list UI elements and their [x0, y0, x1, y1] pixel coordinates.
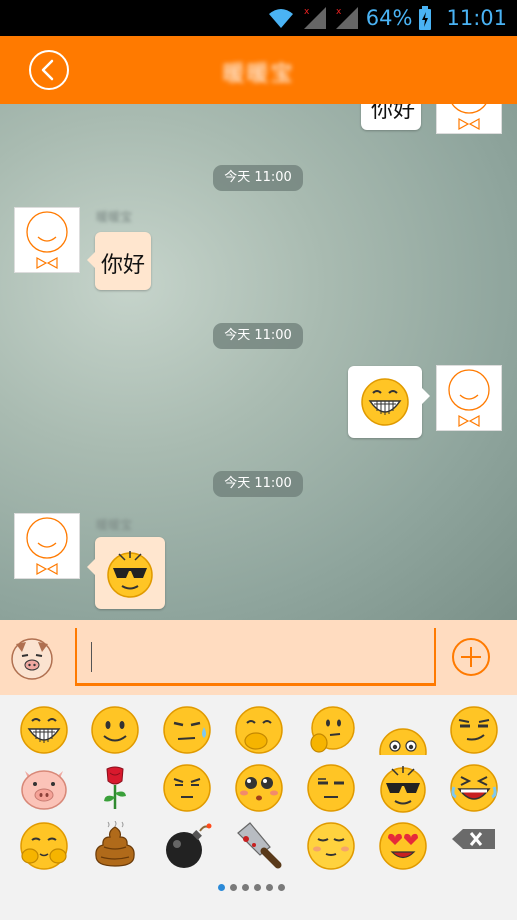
- peek-emoji-icon: [379, 728, 427, 755]
- signal-2-icon: x: [335, 7, 358, 29]
- big-grin-emoji-icon: [20, 706, 68, 754]
- clock: 11:01: [446, 6, 507, 30]
- message-text: 你好: [371, 104, 416, 123]
- page-dot[interactable]: [242, 884, 249, 891]
- contact-avatar[interactable]: [14, 207, 80, 273]
- status-bar: x x 64% 11:01: [0, 0, 517, 36]
- more-actions-button[interactable]: [452, 638, 490, 676]
- emoji-sweat[interactable]: [162, 705, 212, 755]
- bubble-tail: [422, 388, 430, 404]
- emoji-rose[interactable]: [90, 763, 140, 813]
- rose-emoji-icon: [104, 766, 126, 809]
- emoji-cover-laugh[interactable]: [234, 705, 284, 755]
- emoji-poop[interactable]: [90, 820, 140, 871]
- emoji-meh[interactable]: [306, 763, 356, 813]
- timestamp-badge: 今天 11:00: [213, 165, 303, 191]
- pig-emoji-icon: [21, 770, 67, 810]
- emoji-big-grin[interactable]: [19, 705, 69, 755]
- page-dot-active[interactable]: [218, 884, 225, 891]
- message-bubble-partial[interactable]: 你好: [361, 104, 421, 130]
- page-dot[interactable]: [278, 884, 285, 891]
- emoji-pig[interactable]: [19, 763, 69, 813]
- knife-emoji-icon: [237, 822, 282, 869]
- chat-area[interactable]: 你好 今天 11:00 暖暖宝 你好 今天 11:00 今天 11:00 暖暖宝: [0, 104, 517, 620]
- bubble-tail: [87, 559, 95, 575]
- sunglasses-emoji-icon: [107, 551, 153, 598]
- title-bar: 暖暖宝: [0, 36, 517, 104]
- input-bar: [0, 620, 517, 695]
- poop-emoji-icon: [95, 820, 135, 867]
- message-bubble[interactable]: 你好: [87, 232, 151, 290]
- my-avatar[interactable]: [436, 104, 502, 134]
- emoji-laugh-tears[interactable]: [449, 763, 499, 813]
- contact-nickname: 暖暖宝: [96, 518, 133, 532]
- battery-icon: [419, 6, 432, 30]
- heart-eyes-emoji-icon: [379, 822, 427, 870]
- emoji-bomb[interactable]: [162, 821, 212, 871]
- message-input[interactable]: [75, 628, 436, 686]
- emoji-blush[interactable]: [234, 763, 284, 813]
- cool-emoji-icon: [380, 766, 426, 813]
- my-avatar[interactable]: [436, 365, 502, 431]
- user-avatar-icon: [26, 211, 68, 270]
- emoji-thinking[interactable]: [306, 705, 356, 755]
- emoji-panel: [0, 695, 517, 920]
- relieved-emoji-icon: [307, 822, 355, 870]
- blush-emoji-icon: [235, 764, 283, 812]
- page-dot[interactable]: [266, 884, 273, 891]
- smile-emoji-icon: [91, 706, 139, 754]
- status-icons: x x 64% 11:01: [266, 0, 507, 36]
- emoji-heart-eyes[interactable]: [378, 821, 428, 871]
- page-dot[interactable]: [230, 884, 237, 891]
- contact-avatar[interactable]: [14, 513, 80, 579]
- bubble-tail: [87, 252, 95, 268]
- plus-circle-icon: [461, 647, 481, 667]
- sticker-bubble[interactable]: [348, 366, 430, 438]
- pig-face-icon: [11, 638, 53, 680]
- message-text: 你好: [101, 253, 146, 278]
- emoji-annoyed[interactable]: [162, 763, 212, 813]
- emoji-toggle-button[interactable]: [7, 632, 57, 682]
- user-avatar-icon: [451, 104, 487, 131]
- signal-1-icon: x: [303, 7, 326, 29]
- timestamp-badge: 今天 11:00: [213, 471, 303, 497]
- sticker-bubble[interactable]: [87, 537, 165, 609]
- emoji-knife[interactable]: [234, 821, 284, 871]
- emoji-smirk[interactable]: [449, 705, 499, 755]
- backspace-button[interactable]: [449, 821, 499, 871]
- battery-percent: 64%: [365, 6, 413, 30]
- shy-emoji-icon: [20, 822, 68, 870]
- cover-laugh-emoji-icon: [235, 706, 283, 754]
- user-avatar-icon: [26, 517, 68, 576]
- contact-nickname: 暖暖宝: [96, 210, 133, 224]
- emoji-relieved[interactable]: [306, 821, 356, 871]
- emoji-shy[interactable]: [19, 821, 69, 871]
- smirk-emoji-icon: [450, 706, 498, 754]
- backspace-icon: [452, 829, 495, 849]
- wifi-icon: [268, 9, 293, 28]
- bomb-emoji-icon: [166, 823, 212, 868]
- emoji-cool[interactable]: [378, 763, 428, 813]
- svg-text:x: x: [304, 7, 310, 17]
- svg-text:x: x: [336, 7, 342, 17]
- thinking-emoji-icon: [310, 706, 355, 753]
- timestamp-badge: 今天 11:00: [213, 323, 303, 349]
- big-grin-emoji-icon: [361, 378, 409, 426]
- user-avatar-icon: [448, 369, 490, 428]
- page-title: 暖暖宝: [222, 62, 295, 87]
- sweat-emoji-icon: [163, 706, 211, 754]
- meh-emoji-icon: [307, 764, 355, 812]
- laugh-tears-emoji-icon: [450, 764, 498, 812]
- page-dot[interactable]: [254, 884, 261, 891]
- text-caret: [91, 642, 92, 672]
- annoyed-emoji-icon: [163, 764, 211, 812]
- emoji-peek[interactable]: [378, 727, 428, 755]
- page-indicator: [218, 884, 285, 891]
- emoji-smile[interactable]: [90, 705, 140, 755]
